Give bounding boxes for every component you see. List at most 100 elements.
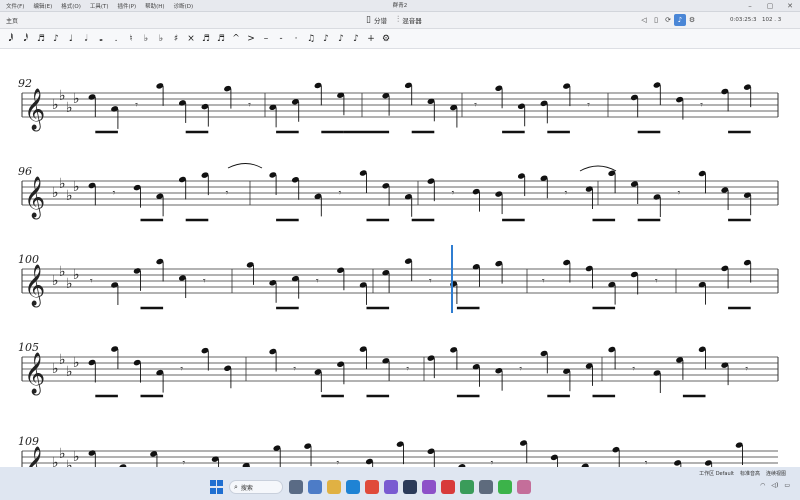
menu-diagnostic[interactable]: 诊断(D) [174,2,194,10]
rest-icon: 𝄾 [90,276,93,287]
taskbar-search[interactable]: ⌕ 搜索 [229,480,283,494]
playback-settings-icon[interactable]: ⚙ [686,14,698,26]
flat-icon[interactable]: ♭ [139,31,153,47]
staccatissimo-icon[interactable]: · [289,31,303,47]
musescore-icon[interactable] [403,480,417,494]
concert-pitch-toggle[interactable]: 标准音高 [740,470,760,477]
flat-icon: ♭ [52,361,59,377]
mixer-button[interactable]: 混音器 [402,15,422,25]
score-canvas[interactable]: 92𝄞 ♭♭♭♭ 𝄾 𝄾 𝄾 𝄾 𝄾96𝄞 ♭♭♭♭ 𝄾 𝄾 𝄾 𝄾 𝄾 𝄾100𝄞 ♭♭♭♭ 𝄾 𝄾 𝄾 𝄾 𝄾 𝄾1… [0,49,800,492]
add-icon[interactable]: + [364,31,378,47]
search-label: 搜索 [240,484,253,492]
tie-icon[interactable]: ♬ [199,31,213,47]
thirty-second-note-icon[interactable]: 𝅘𝅥𝅰 [19,31,33,47]
flat-icon: ♭ [59,176,66,192]
rest-icon: 𝄾 [519,364,522,375]
rest-icon: 𝄾 [474,100,477,111]
edge-icon[interactable] [346,480,360,494]
flat-icon: ♭ [66,276,73,292]
menu-edit[interactable]: 编辑(E) [33,2,52,10]
voice-icon[interactable]: ♪ [349,31,363,47]
tuplet-icon[interactable]: ♫ [304,31,318,47]
loop-icon[interactable]: ⟳ [662,14,674,26]
mixer-icon: ⫶ [396,15,400,25]
double-flat-icon[interactable]: ♭ [154,31,168,47]
half-note-icon[interactable]: 𝅗𝅥 [79,31,93,47]
dot-icon[interactable]: . [109,31,123,47]
notepad-icon[interactable] [308,480,322,494]
wechat-icon[interactable] [498,480,512,494]
maximize-icon[interactable]: ▢ [760,0,780,12]
netease-music-icon[interactable] [441,480,455,494]
score-page[interactable]: 92 𝄞 ♭ ♭ ♭ ♭ 𝄾 𝄾 𝄾 𝄾 𝄾 96 𝄞 ♭ ♭ ♭ ♭ 𝄾 𝄾 𝄾 𝄾 𝄾 𝄾 100 𝄞 ♭ ♭ ♭ ♭ 𝄾 𝄾 𝄾 𝄾 𝄾 𝄾 1… [0,49,800,492]
eighth-note-icon[interactable]: ♪ [49,31,63,47]
tenuto-icon[interactable]: – [259,31,273,47]
flat-icon: ♭ [73,449,80,465]
rest-icon: 𝄾 [135,100,138,111]
quarter-note-icon[interactable]: ♩ [64,31,78,47]
app-icon[interactable] [384,480,398,494]
rest-icon: 𝄾 [700,100,703,111]
double-sharp-icon[interactable]: × [184,31,198,47]
minimize-icon[interactable]: – [740,0,760,12]
visual-studio-icon[interactable] [422,480,436,494]
workspace-label[interactable]: 工作区 Default [699,470,734,477]
app3-icon[interactable] [517,480,531,494]
rest-icon: 𝄾 [182,458,185,467]
settings-icon[interactable]: ⚙ [379,31,393,47]
metronome-icon[interactable]: ♪ [674,14,686,26]
menu-file[interactable]: 文件(F) [6,2,24,10]
folder-icon[interactable] [327,480,341,494]
measure-beat: 102 . 3 [762,17,782,23]
menu-help[interactable]: 帮助(H) [145,2,164,10]
flip-icon[interactable]: ♪ [334,31,348,47]
staccato-icon[interactable]: - [274,31,288,47]
vpn-icon[interactable] [460,480,474,494]
rest-icon: 𝄾 [203,276,206,287]
treble-clef-icon: 𝄞 [24,264,45,307]
flat-icon: ♭ [59,352,66,368]
note-input-toolbar: 𝅘𝅥𝅱 𝅘𝅥𝅰 ♬ ♪ ♩ 𝅗𝅥 𝅝. ♮ ♭ ♭ ♯ × ♬ ♬ ^ > – - · ♫ ♪ ♪ ♪ + ⚙ [0,29,800,49]
chrome-icon[interactable] [365,480,379,494]
flat-icon: ♭ [59,446,66,462]
start-icon[interactable] [210,480,224,494]
search-icon: ⌕ [234,482,238,491]
menu-tools[interactable]: 工具(T) [90,2,109,10]
treble-clef-icon: 𝄞 [24,446,45,467]
rest-icon: 𝄾 [180,364,183,375]
sixty-fourth-note-icon[interactable]: 𝅘𝅥𝅱 [4,31,18,47]
flat-icon: ♭ [66,458,73,467]
volume-icon[interactable]: ◁) [771,482,778,489]
flat-icon: ♭ [73,91,80,107]
rest-icon: 𝄾 [339,188,342,199]
wifi-icon[interactable]: ◠ [760,482,765,489]
page-view-select[interactable]: 连续视图 [766,470,786,477]
home-tab[interactable]: 主页 [6,16,18,25]
natural-icon[interactable]: ♮ [124,31,138,47]
pause-icon[interactable]: ▯ [650,14,662,26]
app2-icon[interactable] [479,480,493,494]
accent-icon[interactable]: ^ [229,31,243,47]
rest-icon: 𝄾 [248,100,251,111]
flat-icon: ♭ [52,273,59,289]
slur-icon[interactable]: ♬ [214,31,228,47]
flat-icon: ♭ [73,179,80,195]
marcato-icon[interactable]: > [244,31,258,47]
rest-icon: 𝄾 [337,458,340,467]
split-view-button[interactable]: 分谱 [374,15,387,25]
grace-note-icon[interactable]: ♪ [319,31,333,47]
menu-format[interactable]: 格式(O) [61,2,81,10]
whole-note-icon[interactable]: 𝅝 [94,31,108,47]
close-icon[interactable]: ✕ [780,0,800,12]
sharp-icon[interactable]: ♯ [169,31,183,47]
menu-plugins[interactable]: 插件(P) [118,2,137,10]
rest-icon: 𝄾 [745,364,748,375]
flat-icon: ♭ [52,455,59,467]
battery-icon[interactable]: ▭ [784,482,790,489]
rest-icon: 𝄾 [678,188,681,199]
sixteenth-note-icon[interactable]: ♬ [34,31,48,47]
rewind-icon[interactable]: ◁ [638,14,650,26]
treble-clef-icon: 𝄞 [24,88,45,131]
tie [227,163,263,169]
task-view-icon[interactable] [289,480,303,494]
